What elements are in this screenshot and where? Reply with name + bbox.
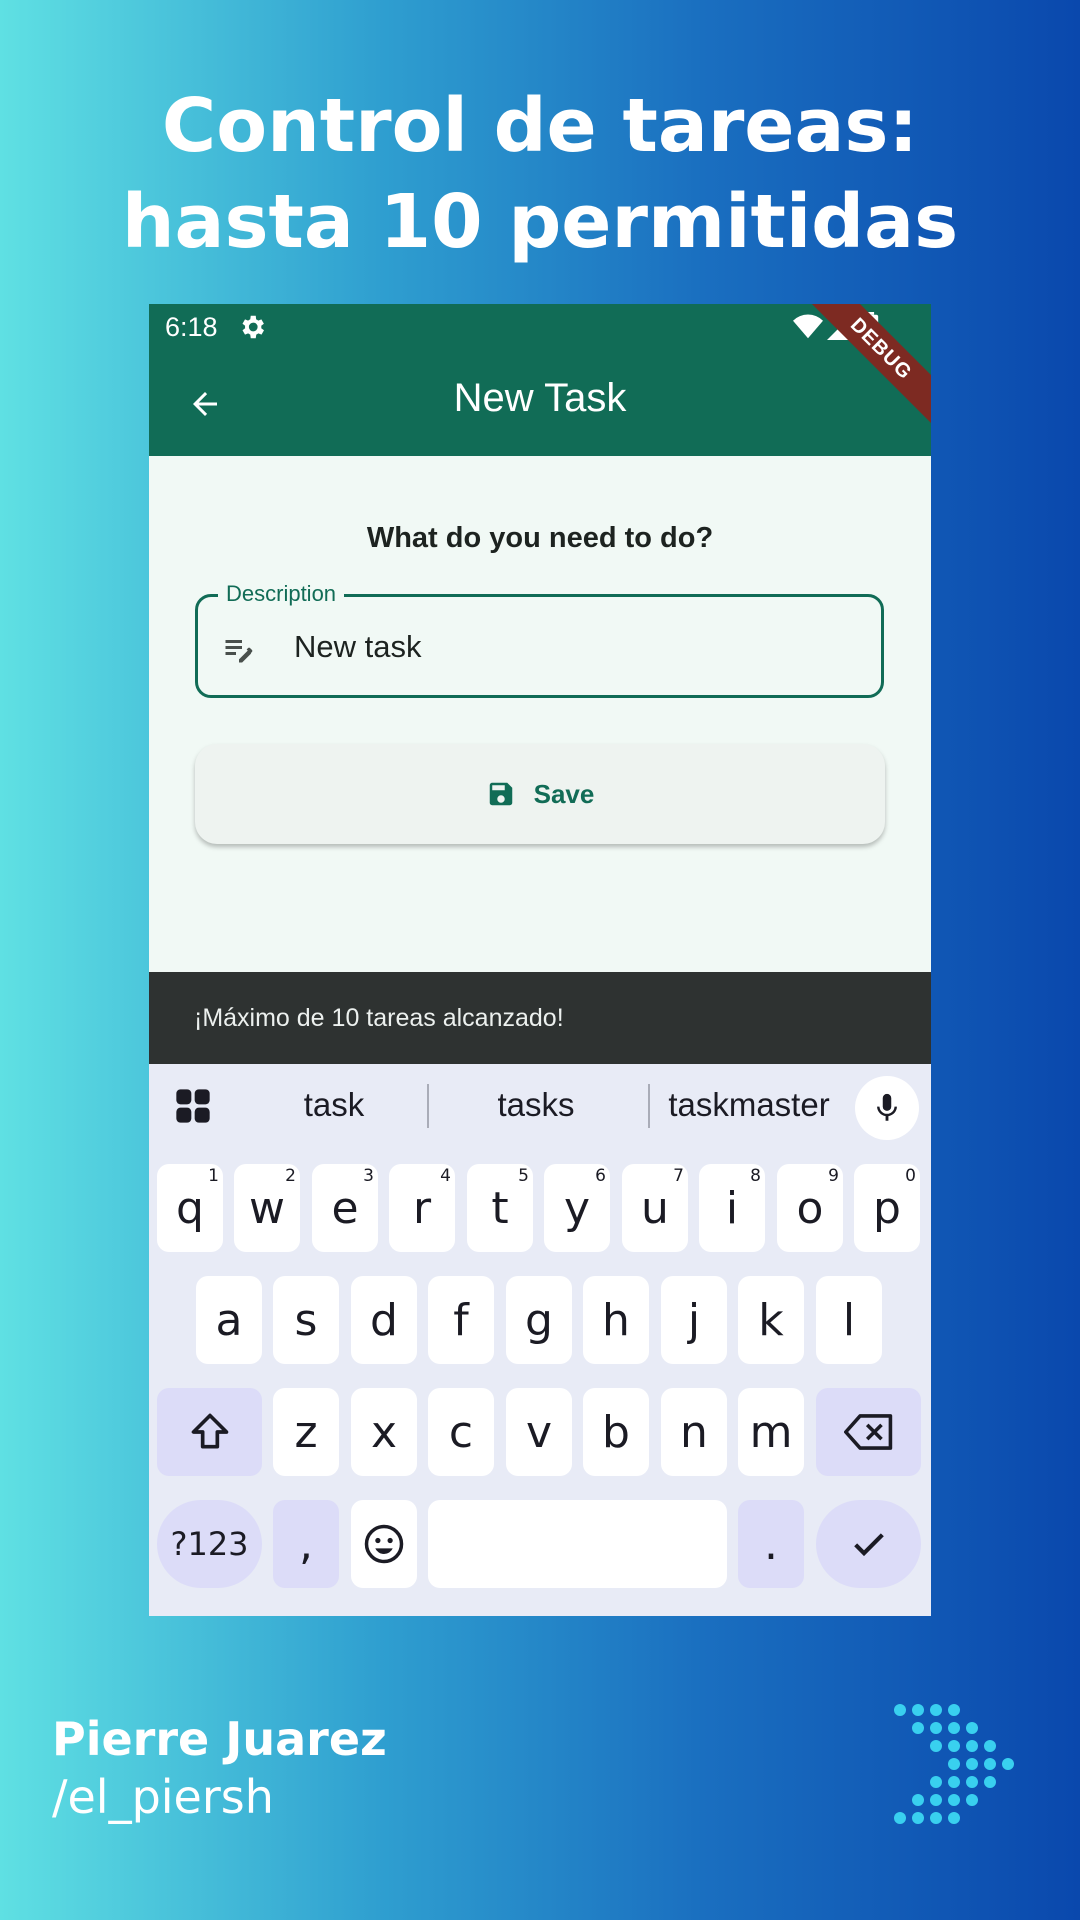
key-k[interactable]: k (738, 1276, 804, 1364)
key-z[interactable]: z (273, 1388, 339, 1476)
key-hint: 8 (750, 1166, 761, 1186)
microphone-icon (877, 1093, 897, 1121)
emoji-key[interactable] (351, 1500, 417, 1588)
key-hint: 3 (363, 1166, 374, 1186)
snackbar-message: ¡Máximo de 10 tareas alcanzado! (194, 1004, 564, 1032)
description-field[interactable]: Description New task (195, 581, 884, 698)
key-hint: 6 (595, 1166, 606, 1186)
key-h[interactable]: h (583, 1276, 649, 1364)
key-l[interactable]: l (816, 1276, 882, 1364)
key-label: y (563, 1182, 591, 1234)
app-bar: New Task (149, 352, 931, 456)
author-name: Pierre Juarez (52, 1712, 387, 1766)
headline: Control de tareas: hasta 10 permitidas (0, 78, 1080, 270)
suggestion-1[interactable]: task (239, 1086, 429, 1124)
key-hint: 1 (208, 1166, 219, 1186)
key-j[interactable]: j (661, 1276, 727, 1364)
key-r[interactable]: r4 (389, 1164, 455, 1252)
shift-key[interactable] (157, 1388, 262, 1476)
comma-key[interactable]: , (273, 1500, 339, 1588)
mic-button[interactable] (855, 1076, 919, 1140)
key-g[interactable]: g (506, 1276, 572, 1364)
save-button-label: Save (533, 778, 595, 809)
key-t[interactable]: t5 (467, 1164, 533, 1252)
author-handle: /el_piersh (52, 1770, 274, 1824)
key-f[interactable]: f (428, 1276, 494, 1364)
key-label: q (176, 1182, 204, 1234)
status-bar: 6:18 (149, 304, 931, 352)
key-label: w (249, 1182, 285, 1234)
key-m[interactable]: m (738, 1388, 804, 1476)
emoji-icon (364, 1524, 404, 1564)
key-b[interactable]: b (583, 1388, 649, 1476)
key-hint: 7 (673, 1166, 684, 1186)
check-icon (853, 1533, 884, 1557)
symbols-key[interactable]: ?123 (157, 1500, 262, 1588)
key-hint: 5 (518, 1166, 529, 1186)
key-i[interactable]: i8 (699, 1164, 765, 1252)
backspace-icon (843, 1414, 892, 1450)
snackbar: ¡Máximo de 10 tareas alcanzado! (149, 972, 931, 1064)
key-c[interactable]: c (428, 1388, 494, 1476)
description-input[interactable]: New task (294, 629, 421, 665)
shift-icon (191, 1413, 228, 1449)
key-label: i (725, 1182, 739, 1234)
key-s[interactable]: s (273, 1276, 339, 1364)
key-x[interactable]: x (351, 1388, 417, 1476)
brand-logo-icon (894, 1704, 1014, 1824)
key-hint: 2 (285, 1166, 296, 1186)
period-key[interactable]: . (738, 1500, 804, 1588)
key-e[interactable]: e3 (312, 1164, 378, 1252)
key-label: p (873, 1182, 901, 1234)
key-d[interactable]: d (351, 1276, 417, 1364)
key-hint: 9 (828, 1166, 839, 1186)
phone-screen: 6:18 DEBUG New Task What do you need to … (149, 304, 931, 1616)
suggestion-3[interactable]: taskmaster (649, 1086, 849, 1124)
key-hint: 4 (440, 1166, 451, 1186)
key-p[interactable]: p0 (854, 1164, 920, 1252)
save-button[interactable]: Save (195, 744, 885, 844)
key-v[interactable]: v (506, 1388, 572, 1476)
key-q[interactable]: q1 (157, 1164, 223, 1252)
key-hint: 0 (905, 1166, 916, 1186)
keyboard: task tasks taskmaster q1 w2 e3 r4 t5 y6 … (149, 1064, 931, 1616)
save-icon (489, 782, 512, 806)
space-key[interactable] (428, 1500, 727, 1588)
edit-note-icon (225, 640, 253, 663)
key-u[interactable]: u7 (622, 1164, 688, 1252)
app-title: New Task (453, 376, 627, 420)
headline-line1: Control de tareas: (161, 83, 919, 169)
key-label: r (412, 1182, 432, 1234)
key-label: t (491, 1182, 509, 1234)
form-question: What do you need to do? (366, 522, 714, 554)
key-n[interactable]: n (661, 1388, 727, 1476)
suggestion-divider (427, 1084, 429, 1128)
apps-grid-icon[interactable] (173, 1086, 213, 1126)
key-label: e (331, 1182, 359, 1234)
suggestion-strip: task tasks taskmaster (149, 1064, 931, 1152)
description-label: Description (218, 581, 345, 607)
key-y[interactable]: y6 (544, 1164, 610, 1252)
wifi-icon (793, 314, 823, 339)
key-label: o (796, 1182, 824, 1234)
suggestion-2[interactable]: tasks (431, 1086, 641, 1124)
key-o[interactable]: o9 (777, 1164, 843, 1252)
gear-icon (242, 315, 264, 339)
done-key[interactable] (816, 1500, 921, 1588)
backspace-key[interactable] (816, 1388, 921, 1476)
headline-line2: hasta 10 permitidas (121, 179, 959, 265)
key-a[interactable]: a (196, 1276, 262, 1364)
status-time: 6:18 (165, 312, 218, 342)
key-label: u (641, 1182, 669, 1234)
key-w[interactable]: w2 (234, 1164, 300, 1252)
